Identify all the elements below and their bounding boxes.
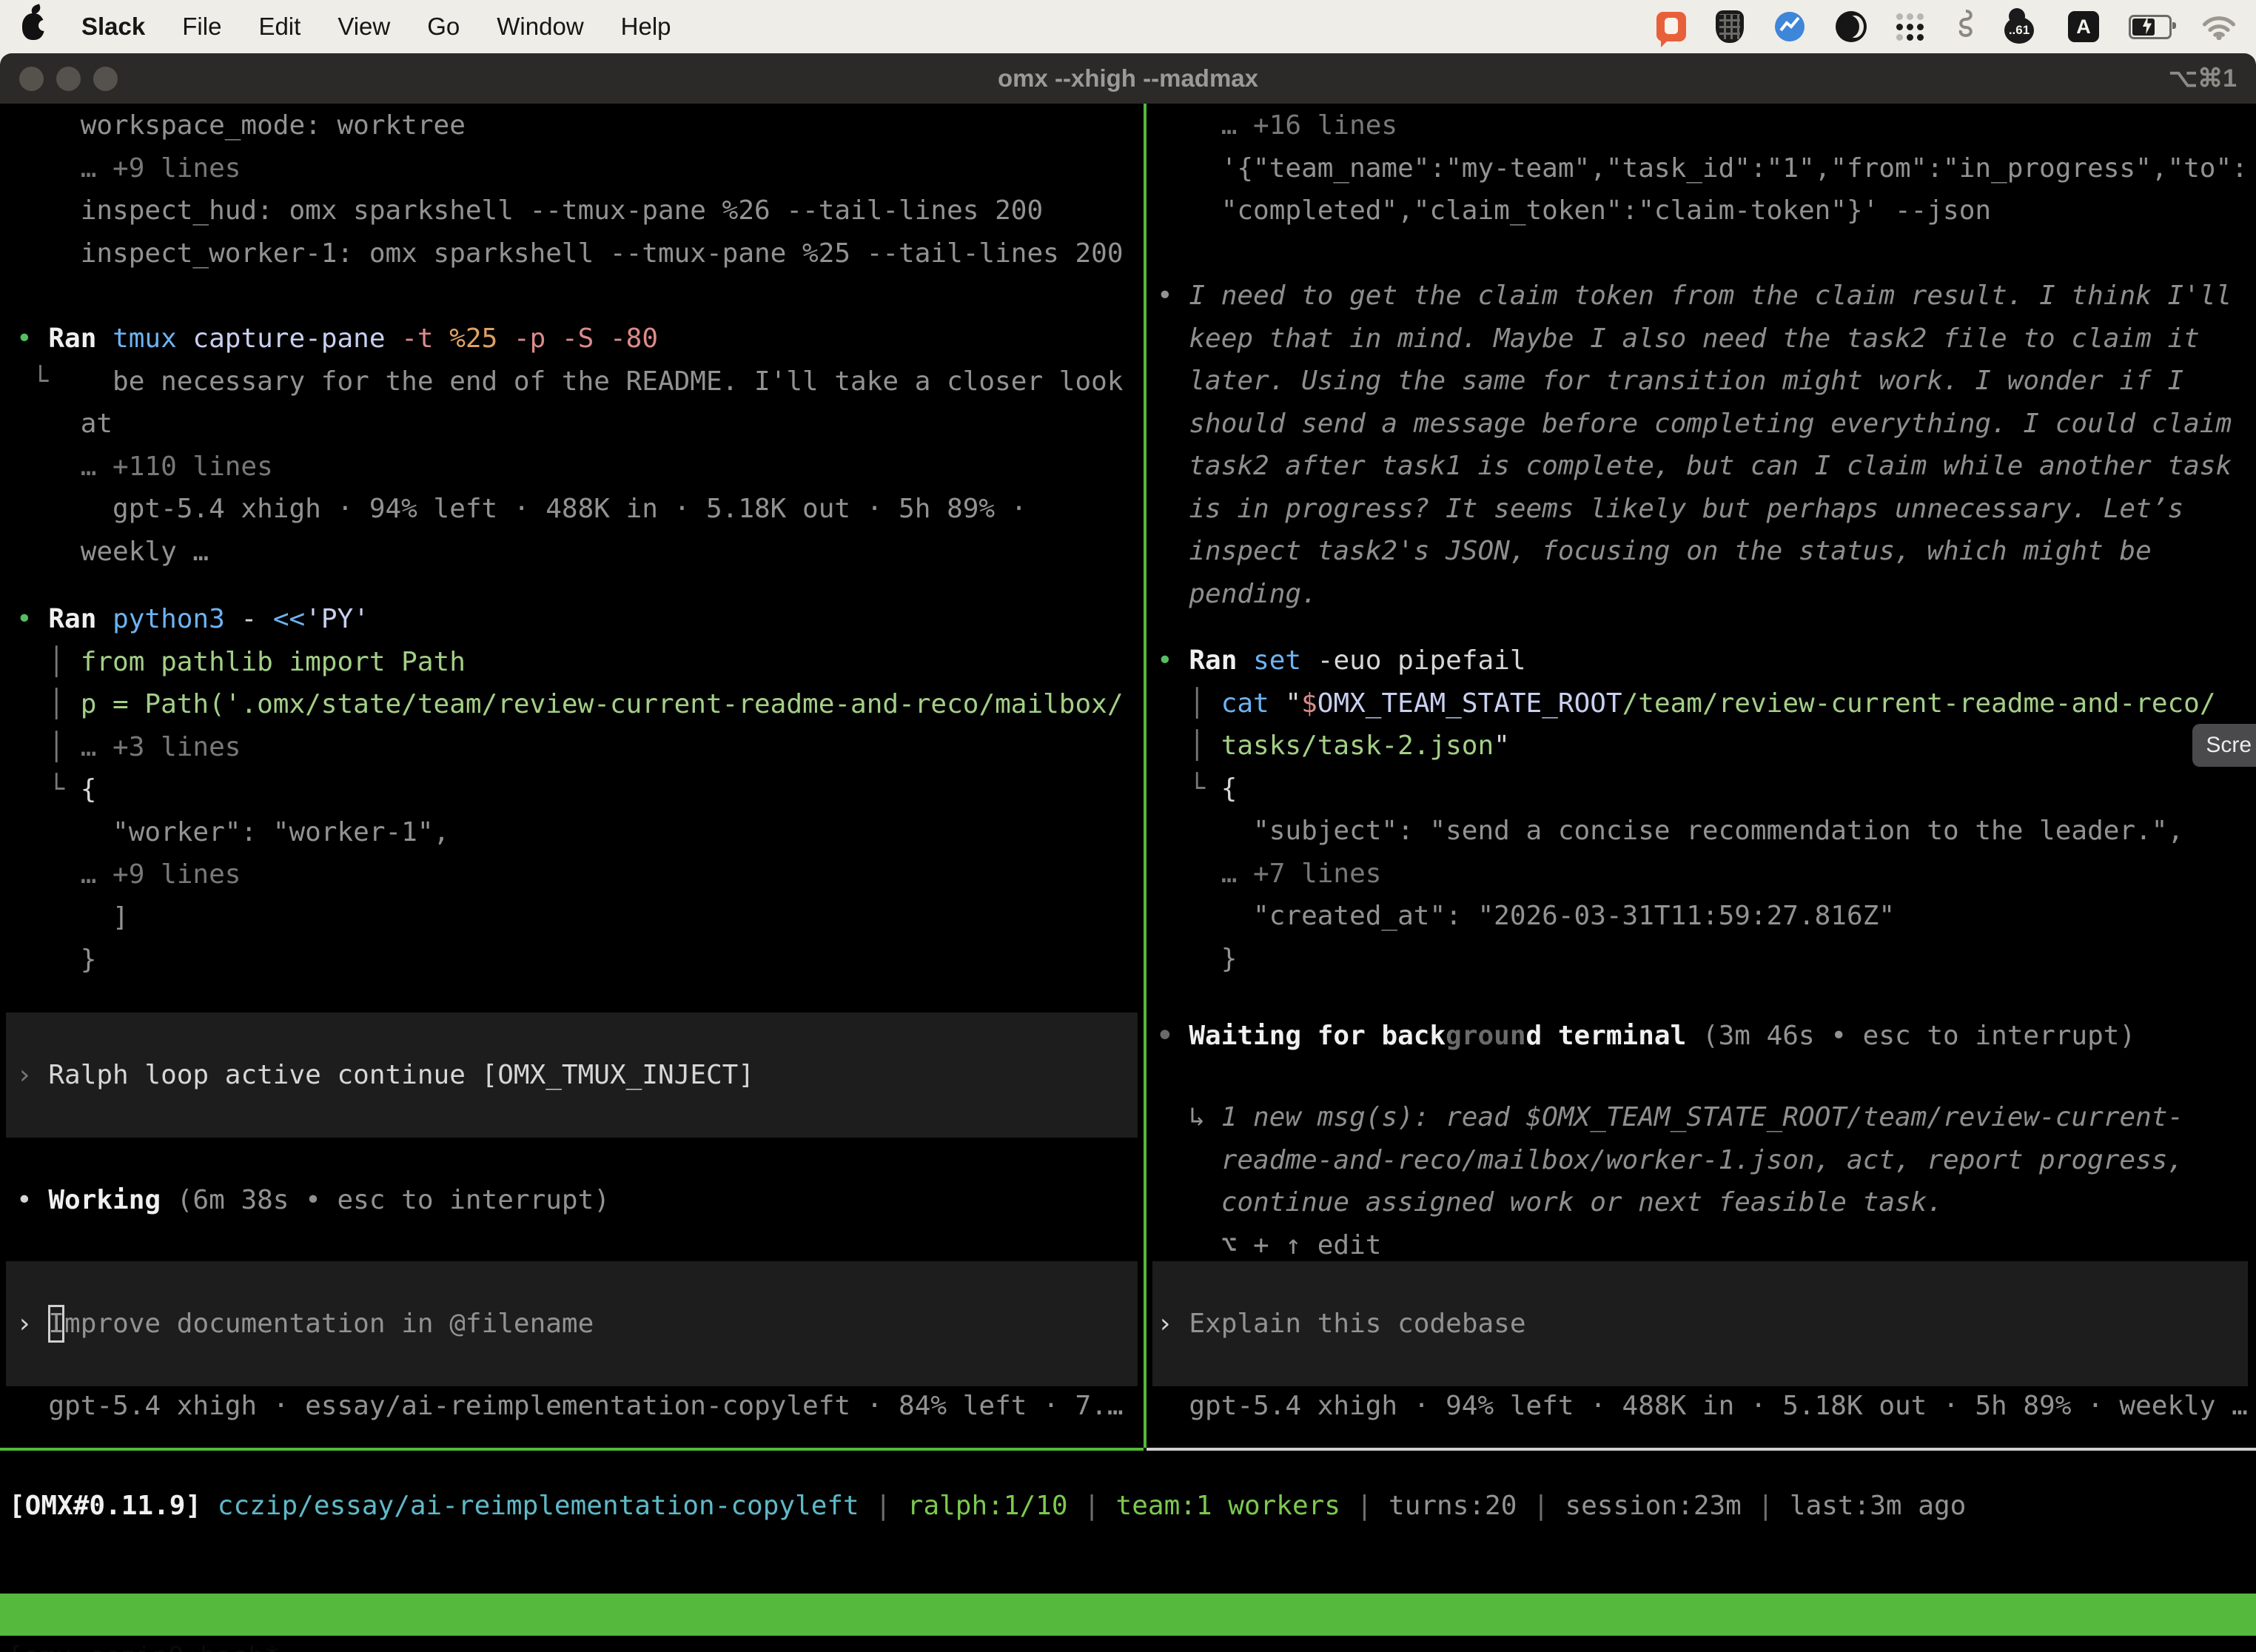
screen-notification: Scre: [2192, 724, 2256, 767]
terminal-line: • Waiting for background terminal (3m 46…: [1157, 1015, 2135, 1058]
terminal-line: › Explain this codebase: [1157, 1303, 1526, 1346]
tmux-status-bar: [omx-cczip0:bash* "MacBook-Pro-44.local"…: [0, 1594, 2256, 1636]
terminal-pane-right[interactable]: … +16 lines '{"team_name":"my-team","tas…: [0, 0, 2256, 1652]
tmux-session-label: [omx-cczip0:bash*: [7, 1636, 280, 1652]
terminal-line: │ cat "$OMX_TEAM_STATE_ROOT/team/review-…: [1157, 682, 2216, 725]
terminal-line: "completed","claim_token":"claim-token"}…: [1157, 189, 2248, 232]
terminal-line: "subject": "send a concise recommendatio…: [1157, 810, 2216, 853]
terminal-line: readme-and-reco/mailbox/worker-1.json, a…: [1157, 1139, 2183, 1182]
terminal-line: • Ran set -euo pipefail: [1157, 639, 2216, 682]
terminal-line: keep that in mind. Maybe I also need the…: [1157, 318, 2232, 360]
terminal-line: }: [1157, 938, 2216, 981]
terminal-line: gpt-5.4 xhigh · 94% left · 488K in · 5.1…: [1157, 1385, 2248, 1428]
terminal-line: pending.: [1157, 573, 2232, 616]
terminal-line: "created_at": "2026-03-31T11:59:27.816Z": [1157, 895, 2216, 938]
terminal-line: ↳ 1 new msg(s): read $OMX_TEAM_STATE_ROO…: [1157, 1096, 2183, 1139]
terminal-line: • I need to get the claim token from the…: [1157, 275, 2232, 318]
terminal-line: ⌥ + ↑ edit: [1157, 1224, 2183, 1267]
omx-status-line: [OMX#0.11.9] cczip/essay/ai-reimplementa…: [9, 1485, 1966, 1528]
terminal-line: inspect task2's JSON, focusing on the st…: [1157, 530, 2232, 573]
terminal-line: … +7 lines: [1157, 853, 2216, 896]
pane-border-bottom-right: [1147, 1448, 2256, 1451]
screen: Slack File Edit View Go Window Help: [0, 0, 2256, 1652]
terminal-line: └ {: [1157, 768, 2216, 810]
terminal-line: '{"team_name":"my-team","task_id":"1","f…: [1157, 147, 2248, 190]
terminal-line: later. Using the same for transition mig…: [1157, 360, 2232, 403]
terminal-line: is in progress? It seems likely but perh…: [1157, 488, 2232, 531]
pane-divider-vertical[interactable]: [1144, 104, 1147, 1448]
pane-border-bottom-left: [0, 1448, 1144, 1451]
terminal-line: … +16 lines: [1157, 104, 2248, 147]
terminal-line: task2 after task1 is complete, but can I…: [1157, 445, 2232, 488]
terminal-line: │ tasks/task-2.json": [1157, 725, 2216, 768]
terminal-line: should send a message before completing …: [1157, 403, 2232, 446]
terminal-line: continue assigned work or next feasible …: [1157, 1181, 2183, 1224]
